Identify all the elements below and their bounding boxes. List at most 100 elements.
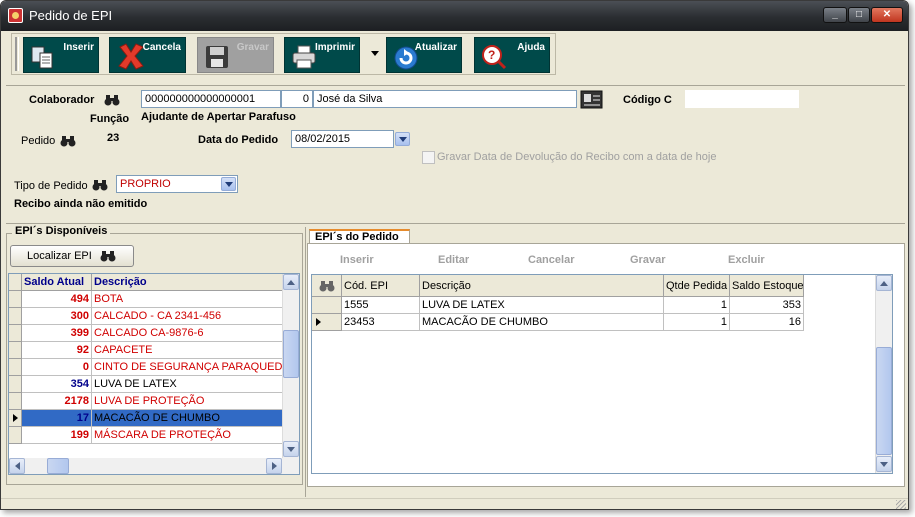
title-bar[interactable]: Pedido de EPI _ □ ✕ [1,1,908,31]
scroll-thumb[interactable] [283,330,299,378]
close-button[interactable]: ✕ [871,7,903,23]
nav-cancelar[interactable]: Cancelar [528,254,574,266]
toolbar-grip[interactable] [15,37,19,71]
recibo-status: Recibo ainda não emitido [14,198,148,210]
pedido-label: Pedido [21,135,56,147]
saldo-estoque-cell: 16 [730,314,804,331]
localizar-epi-button[interactable]: Localizar EPI [10,245,134,267]
tipo-pedido-label: Tipo de Pedido [14,180,88,192]
cod-epi-cell: 23453 [342,314,420,331]
row-indicator [9,342,22,359]
funcao-value: Ajudante de Apertar Parafuso [141,111,296,123]
binoculars-icon [100,251,116,262]
col-saldo-atual[interactable]: Saldo Atual [22,274,92,291]
col-descricao[interactable]: Descrição [92,274,284,291]
table-row[interactable]: 17 MACACÃO DE CHUMBO [9,410,284,427]
col-saldo-estoque[interactable]: Saldo Estoque [730,275,804,297]
divider [6,223,905,224]
col-qtde-pedida[interactable]: Qtde Pedida [664,275,730,297]
left-horizontal-scrollbar[interactable] [9,458,299,474]
nav-inserir[interactable]: Inserir [340,254,374,266]
cancela-button[interactable]: Cancela [109,37,186,73]
tipo-pedido-search-icon[interactable] [92,179,108,191]
lookup-card-icon[interactable] [580,89,603,110]
table-row[interactable]: 399 CALCADO CA-9876-6 [9,325,284,342]
table-row[interactable]: 23453 MACACÃO DE CHUMBO 1 16 [312,314,804,331]
saldo-cell: 494 [22,291,92,308]
scroll-left-button[interactable] [9,458,25,474]
scroll-right-button[interactable] [266,458,282,474]
codigo-input[interactable] [685,90,799,108]
hscroll-thumb[interactable] [47,458,69,474]
table-row[interactable]: 92 CAPACETE [9,342,284,359]
col-cod-epi[interactable]: Cód. EPI [342,275,420,297]
colaborador-name-input[interactable]: José da Silva [313,90,577,108]
cod-epi-cell: 1555 [342,297,420,314]
descricao-cell: CALCADO - CA 2341-456 [92,308,284,325]
scroll-down-button[interactable] [876,456,892,472]
toolbar: Inserir Cancela Gravar Imprimir Atualiza… [11,33,556,75]
tipo-pedido-dropdown[interactable] [221,177,236,191]
col-descricao-pedido[interactable]: Descrição [420,275,664,297]
descricao-cell: CAPACETE [92,342,284,359]
row-indicator [9,291,22,308]
pedido-search-icon[interactable] [60,135,76,147]
table-row[interactable]: 199 MÁSCARA DE PROTEÇÃO [9,427,284,444]
saldo-cell: 399 [22,325,92,342]
table-row[interactable]: 0 CINTO DE SEGURANÇA PARAQUEDI [9,359,284,376]
table-row[interactable]: 494 BOTA [9,291,284,308]
scroll-thumb[interactable] [876,347,892,455]
table-row[interactable]: 1555 LUVA DE LATEX 1 353 [312,297,804,314]
colaborador-digit-input[interactable]: 0 [281,90,313,108]
descricao-cell: LUVA DE LATEX [92,376,284,393]
imprimir-button[interactable]: Imprimir [284,37,360,73]
imprimir-dropdown-arrow[interactable] [371,51,379,56]
header-form: Colaborador 000000000000000001 0 José da… [6,85,905,224]
gravar-data-checkbox[interactable] [422,151,435,164]
saldo-estoque-cell: 353 [730,297,804,314]
codigo-label: Código C [623,94,672,106]
tab-epis-pedido[interactable]: EPI´s do Pedido [309,229,410,244]
nav-editar[interactable]: Editar [438,254,469,266]
scroll-up-button[interactable] [283,274,299,290]
row-indicator [312,297,342,314]
qtde-cell: 1 [664,297,730,314]
scroll-down-button[interactable] [283,441,299,457]
inserir-button[interactable]: Inserir [23,37,99,73]
ajuda-button[interactable]: ? Ajuda [474,37,550,73]
table-row[interactable]: 2178 LUVA DE PROTEÇÃO [9,393,284,410]
row-indicator [9,308,22,325]
table-row[interactable]: 300 CALCADO - CA 2341-456 [9,308,284,325]
data-pedido-label: Data do Pedido [198,134,279,146]
saldo-cell: 0 [22,359,92,376]
left-vertical-scrollbar[interactable] [282,274,299,458]
grid-search-icon[interactable] [319,280,335,292]
saldo-cell: 17 [22,410,92,427]
atualizar-button[interactable]: Atualizar [386,37,462,73]
data-pedido-input[interactable]: 08/02/2015 [291,130,394,148]
funcao-label: Função [90,113,130,125]
descricao-cell: CINTO DE SEGURANÇA PARAQUEDI [92,359,284,376]
epis-pedido-panel: EPI´s do Pedido Inserir Editar Cancelar … [307,229,905,497]
data-pedido-dropdown[interactable] [395,132,410,146]
scroll-up-button[interactable] [876,275,892,291]
colaborador-search-icon[interactable] [104,94,120,106]
colaborador-code-input[interactable]: 000000000000000001 [141,90,281,108]
main-window: Pedido de EPI _ □ ✕ Inserir Cancela Grav… [0,0,909,510]
qtde-cell: 1 [664,314,730,331]
nav-excluir[interactable]: Excluir [728,254,765,266]
app-icon [8,8,23,23]
tipo-pedido-select[interactable]: PROPRIO [116,175,238,193]
minimize-button[interactable]: _ [823,7,847,23]
epis-disponiveis-panel: EPI´s Disponíveis Localizar EPI Saldo At… [6,225,303,497]
printer-icon [292,45,316,69]
maximize-button[interactable]: □ [848,7,870,23]
descricao-cell: CALCADO CA-9876-6 [92,325,284,342]
resize-grip-icon[interactable] [896,500,906,509]
descricao-cell: LUVA DE LATEX [420,297,664,314]
table-row[interactable]: 354 LUVA DE LATEX [9,376,284,393]
right-vertical-scrollbar[interactable] [875,275,892,473]
nav-gravar[interactable]: Gravar [630,254,665,266]
window-title: Pedido de EPI [29,8,113,23]
gravar-button[interactable]: Gravar [197,37,274,73]
